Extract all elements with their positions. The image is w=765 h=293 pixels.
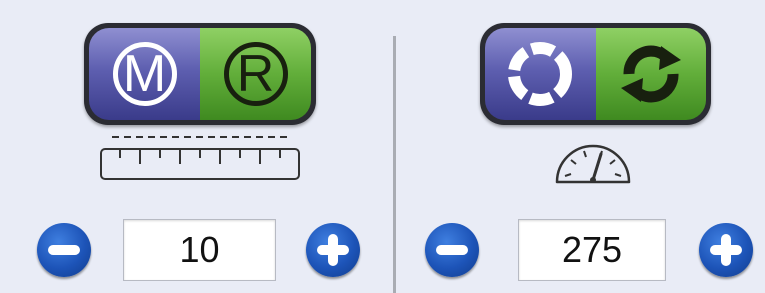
left-panel: M R 10 — [0, 0, 393, 293]
ruler-icon — [100, 136, 300, 180]
decrement-button[interactable] — [37, 223, 91, 277]
value-field[interactable]: 275 — [518, 219, 666, 281]
value-text: 10 — [179, 229, 220, 270]
refresh-arrows-icon — [620, 45, 681, 103]
mode-toggle-cycle — [480, 23, 711, 125]
increment-button[interactable] — [699, 223, 753, 277]
m-circle-icon: M — [112, 42, 177, 106]
right-panel: 275 — [396, 0, 765, 293]
decrement-button[interactable] — [425, 223, 479, 277]
r-letter: R — [236, 45, 275, 103]
mode-m-button[interactable]: M — [89, 28, 200, 120]
minus-icon — [48, 245, 80, 255]
minus-icon — [436, 245, 468, 255]
m-letter: M — [122, 45, 167, 103]
value-text: 275 — [561, 229, 623, 270]
mode-single-button[interactable] — [485, 28, 596, 120]
increment-button[interactable] — [306, 223, 360, 277]
value-field[interactable]: 10 — [123, 219, 276, 281]
mode-r-button[interactable]: R — [200, 28, 311, 120]
mode-toggle-m-r: M R — [84, 23, 316, 125]
r-circle-icon: R — [223, 42, 288, 106]
speedometer-icon — [555, 144, 631, 184]
mode-repeat-button[interactable] — [595, 28, 706, 120]
dashed-circle-icon — [508, 42, 573, 106]
